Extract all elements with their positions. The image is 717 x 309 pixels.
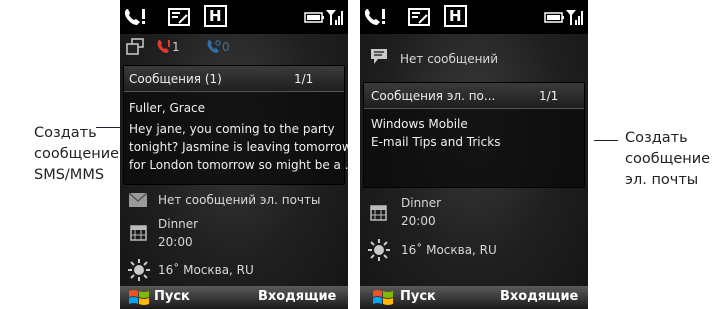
missed-call-icon <box>157 40 170 53</box>
calendar-icon-2 <box>370 205 387 221</box>
email-status[interactable]: Нет сообщений эл. почты <box>158 193 320 207</box>
email-messages-card[interactable]: Сообщения эл. по... 1/1 Windows Mobile E… <box>363 82 585 188</box>
callout-left-leader <box>96 127 120 128</box>
status-bar-2: H <box>360 0 588 34</box>
calendar-time-2[interactable]: 20:00 <box>401 214 436 228</box>
callout-right-leader <box>594 140 618 141</box>
sms-card-page: 1/1 <box>294 72 314 86</box>
calendar-title-2[interactable]: Dinner <box>401 196 441 210</box>
email-card-page: 1/1 <box>539 89 559 103</box>
status-bar: H <box>120 0 348 34</box>
phone-missed-icon <box>124 9 145 25</box>
message-envelope-icon-2 <box>408 8 430 26</box>
email-envelope-icon <box>129 193 147 207</box>
windows-flag-icon-2 <box>373 290 393 305</box>
email-line-1[interactable]: Windows Mobile <box>371 117 468 131</box>
callout-left-line-1: Создать <box>34 125 97 141</box>
start-softkey[interactable]: Пуск <box>154 289 190 304</box>
callout-left-line-3: SMS/MMS <box>34 167 105 183</box>
calendar-time[interactable]: 20:00 <box>158 235 193 249</box>
sms-preview-line-3[interactable]: for London tomorrow so might be a ... <box>129 158 348 172</box>
phone-screen-messages: H 1 0 Сообщения (1) 1/1 Fuller, Grace He… <box>120 0 348 309</box>
sms-sender[interactable]: Fuller, Grace <box>129 101 205 115</box>
calendar-title[interactable]: Dinner <box>158 217 198 231</box>
sms-preview-line-1[interactable]: Hey jane, you coming to the party <box>129 122 335 136</box>
softkey-bar-2: Пуск Входящие <box>360 286 588 309</box>
callout-right-line-1: Создать <box>625 130 688 146</box>
missed-calls-count[interactable]: 1 <box>172 40 180 54</box>
phone-screen-email: H Нет сообщений Сообщения эл. по... 1/1 … <box>360 0 588 309</box>
sms-messages-card[interactable]: Сообщения (1) 1/1 Fuller, Grace Hey jane… <box>123 65 348 185</box>
windows-tiles-icon <box>126 38 144 55</box>
callout-left-line-2: сообщение <box>34 146 120 162</box>
sms-card-title: Сообщения (1) <box>129 72 222 86</box>
weather-sun-icon <box>128 259 150 281</box>
battery-signal-icon <box>304 10 343 25</box>
voicemail-icon <box>207 40 221 53</box>
sms-card-header: Сообщения (1) 1/1 <box>124 66 344 92</box>
battery-signal-icon-2 <box>544 10 583 25</box>
callout-right-line-3: эл. почты <box>625 172 699 188</box>
email-card-header: Сообщения эл. по... 1/1 <box>364 83 584 109</box>
callout-right-line-2: сообщение <box>625 151 711 167</box>
sms-bubble-icon <box>371 49 387 64</box>
sms-preview-line-2[interactable]: tonight? Jasmine is leaving tomorrow <box>129 140 348 154</box>
h-network-indicator: H <box>204 5 227 27</box>
weather-text[interactable]: 16˚ Москва, RU <box>158 263 254 277</box>
sms-status[interactable]: Нет сообщений <box>400 52 498 66</box>
h-network-indicator-2: H <box>444 5 467 27</box>
inbox-softkey[interactable]: Входящие <box>258 289 336 304</box>
email-line-2[interactable]: E-mail Tips and Tricks <box>371 135 500 149</box>
softkey-bar: Пуск Входящие <box>120 286 348 309</box>
voicemail-count[interactable]: 0 <box>222 40 230 54</box>
email-card-title: Сообщения эл. по... <box>371 89 496 103</box>
start-softkey-2[interactable]: Пуск <box>400 289 436 304</box>
inbox-softkey-2[interactable]: Входящие <box>500 289 578 304</box>
phone-missed-icon-2 <box>364 9 385 25</box>
calendar-icon <box>130 225 147 241</box>
windows-flag-icon <box>129 290 149 305</box>
weather-text-2[interactable]: 16˚ Москва, RU <box>401 243 497 257</box>
weather-sun-icon-2 <box>368 239 390 261</box>
message-envelope-icon <box>168 8 190 26</box>
